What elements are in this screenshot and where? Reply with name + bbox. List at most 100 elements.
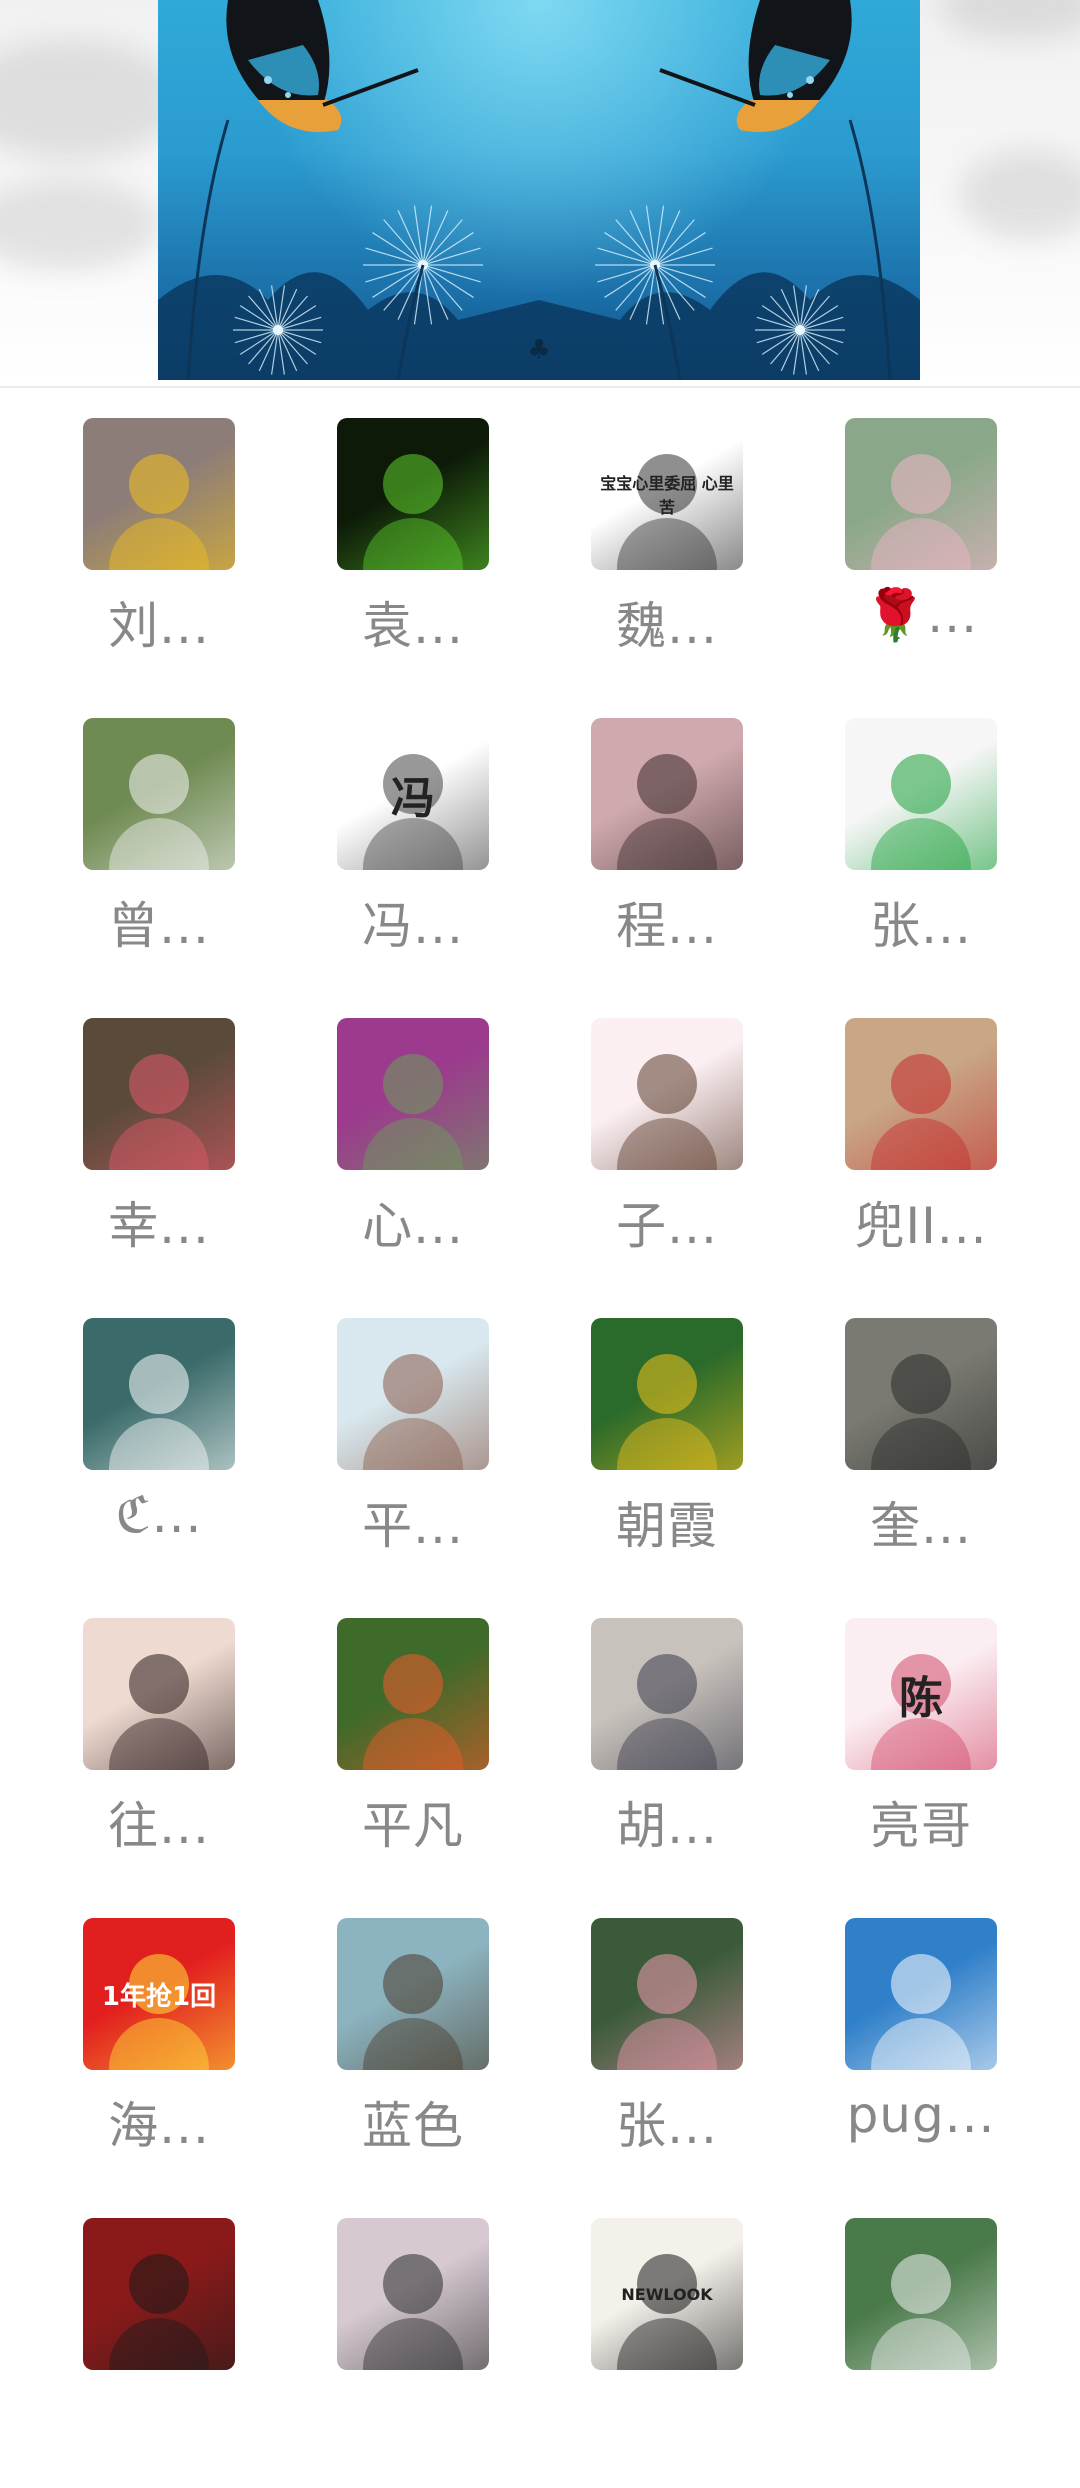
member-avatar[interactable]: 冯 [337,718,489,870]
member-avatar[interactable] [591,1018,743,1170]
member-cell[interactable]: 刘... [32,388,286,688]
avatar-figure [383,1354,443,1414]
member-avatar[interactable] [83,1318,235,1470]
member-cell[interactable]: 蓝色 [286,1888,540,2188]
avatar-figure [129,454,189,514]
member-cell[interactable]: 曾... [32,688,286,988]
member-cell[interactable]: 平... [286,1288,540,1588]
butterfly-left [226,0,419,132]
member-name: 海... [108,2097,210,2155]
member-avatar[interactable] [591,1618,743,1770]
member-name: 魏... [616,597,718,655]
member-name: 袁... [362,597,464,655]
member-cell[interactable]: 幸... [32,988,286,1288]
member-cell[interactable]: 🌹... [794,388,1048,688]
avatar-body [109,518,209,570]
avatar-figure [637,754,697,814]
avatar-body [109,2318,209,2370]
member-avatar[interactable] [845,1918,997,2070]
member-avatar[interactable]: NEWLOOK [591,2218,743,2370]
member-avatar[interactable]: 1年抢1回 [83,1918,235,2070]
member-cell[interactable]: 平凡 [286,1588,540,1888]
member-cell[interactable]: 冯冯... [286,688,540,988]
member-cell[interactable]: NEWLOOK [540,2188,794,2488]
header-banner-area: ♣ [0,0,1080,386]
member-cell[interactable]: 胡... [540,1588,794,1888]
member-name: 平凡 [362,1797,464,1855]
member-avatar[interactable] [591,1918,743,2070]
member-cell[interactable]: 兜II... [794,988,1048,1288]
member-cell[interactable]: 陈亮哥 [794,1588,1048,1888]
member-avatar[interactable] [845,1318,997,1470]
avatar-figure [383,1654,443,1714]
avatar-figure [637,1654,697,1714]
member-cell[interactable]: 张... [540,1888,794,2188]
member-cell[interactable]: 宝宝心里委屈 心里苦魏... [540,388,794,688]
butterfly-dandelion-artwork: ♣ [158,0,920,380]
avatar-body [871,2318,971,2370]
member-cell[interactable]: 往... [32,1588,286,1888]
avatar-body [109,1418,209,1470]
member-avatar[interactable] [83,2218,235,2370]
member-avatar[interactable] [845,1018,997,1170]
avatar-body [871,518,971,570]
member-cell[interactable]: 朝霞 [540,1288,794,1588]
member-name: 刘... [108,597,210,655]
member-cell[interactable]: 1年抢1回海... [32,1888,286,2188]
avatar-figure [383,454,443,514]
avatar-body [617,1418,717,1470]
avatar-body [617,1118,717,1170]
avatar-figure [891,1954,951,2014]
butterfly-right [659,0,852,132]
member-cell[interactable]: 袁... [286,388,540,688]
avatar-body [871,1418,971,1470]
member-name: 程... [616,897,718,955]
member-cell[interactable] [794,2188,1048,2488]
member-avatar[interactable] [591,1318,743,1470]
member-avatar[interactable] [845,718,997,870]
avatar-figure [129,2254,189,2314]
member-cell[interactable]: 心... [286,988,540,1288]
member-avatar[interactable]: 陈 [845,1618,997,1770]
group-cover-image[interactable]: ♣ [158,0,920,380]
member-cell[interactable]: pug... [794,1888,1048,2188]
member-name: 🌹... [864,586,978,644]
member-cell[interactable]: 程... [540,688,794,988]
member-avatar[interactable] [337,1318,489,1470]
member-avatar[interactable] [337,418,489,570]
member-avatar[interactable] [845,418,997,570]
member-avatar[interactable] [83,1018,235,1170]
avatar-figure [129,1054,189,1114]
member-name: 平... [362,1497,464,1555]
member-avatar[interactable] [337,2218,489,2370]
avatar-caption: 陈 [899,1673,943,1724]
member-avatar[interactable]: 宝宝心里委屈 心里苦 [591,418,743,570]
avatar-figure [129,1654,189,1714]
member-avatar[interactable] [845,2218,997,2370]
member-cell[interactable]: 奎... [794,1288,1048,1588]
member-cell[interactable]: 子... [540,988,794,1288]
club-icon: ♣ [527,335,550,365]
member-name: 往... [108,1797,210,1855]
member-name: ℭ... [115,1486,203,1544]
avatar-figure [129,1354,189,1414]
member-name: 胡... [616,1797,718,1855]
member-avatar[interactable] [337,1018,489,1170]
member-avatar[interactable] [337,1618,489,1770]
member-name: 兜II... [854,1197,988,1255]
member-avatar[interactable] [83,1618,235,1770]
member-avatar[interactable] [83,718,235,870]
member-avatar[interactable] [591,718,743,870]
member-cell[interactable] [32,2188,286,2488]
member-cell[interactable]: 张... [794,688,1048,988]
avatar-body [363,1718,463,1770]
member-name: 冯... [362,897,464,955]
member-avatar[interactable] [337,1918,489,2070]
avatar-figure [891,2254,951,2314]
member-cell[interactable] [286,2188,540,2488]
avatar-body [109,1718,209,1770]
member-name: 张... [616,2097,718,2155]
avatar-figure [637,1054,697,1114]
member-avatar[interactable] [83,418,235,570]
member-cell[interactable]: ℭ... [32,1288,286,1588]
